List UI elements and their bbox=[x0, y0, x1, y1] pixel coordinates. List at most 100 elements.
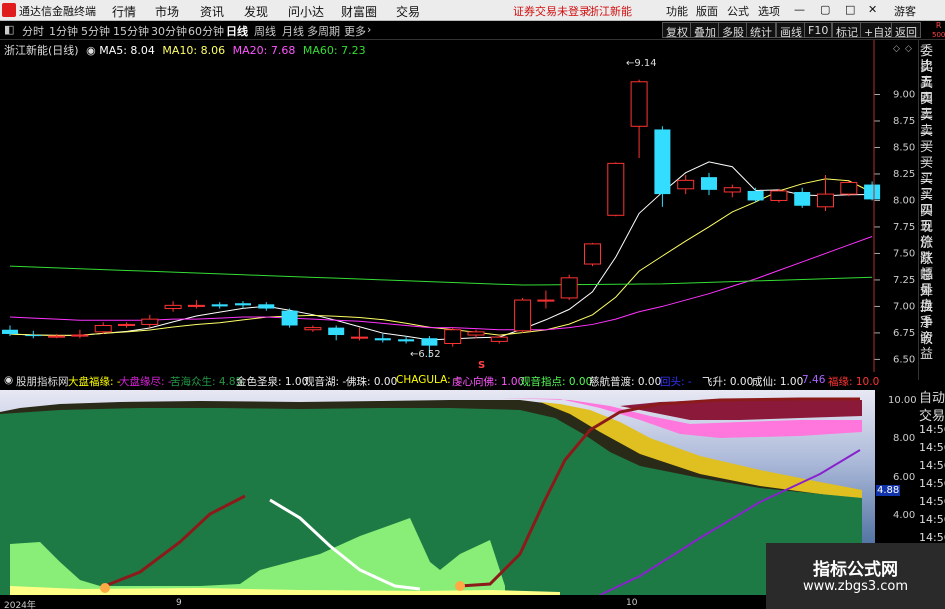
candle-body[interactable] bbox=[630, 81, 648, 127]
btn-stats[interactable]: 统计 bbox=[746, 22, 776, 39]
candle-body[interactable] bbox=[71, 334, 89, 337]
trade-field-2[interactable]: 14:56 bbox=[919, 423, 945, 436]
login-status[interactable]: 证券交易未登录 bbox=[513, 3, 590, 19]
candle-body[interactable] bbox=[654, 129, 671, 195]
btn-back[interactable]: 返回 bbox=[891, 22, 921, 39]
diamond-icon[interactable]: ◇ bbox=[893, 44, 900, 54]
period-5min[interactable]: 5分钟 bbox=[81, 23, 110, 39]
time-month-10: 10 bbox=[626, 598, 638, 608]
candle-body[interactable] bbox=[701, 177, 717, 190]
candle-body[interactable] bbox=[584, 243, 601, 265]
menu-function[interactable]: 功能 bbox=[666, 3, 688, 19]
candle-body[interactable] bbox=[25, 335, 42, 337]
menu-discover[interactable]: 发现 bbox=[244, 3, 268, 20]
candle-body[interactable] bbox=[794, 191, 811, 206]
period-monthly[interactable]: 月线 bbox=[282, 23, 304, 39]
ind-cihang: 慈航普渡: 0.00 bbox=[589, 376, 662, 388]
candle-body[interactable] bbox=[817, 193, 834, 208]
candle-body[interactable] bbox=[421, 338, 438, 346]
candle-body[interactable] bbox=[490, 336, 508, 342]
maximize-icon[interactable]: □ bbox=[845, 3, 855, 16]
indicator-name[interactable]: 股朋指标网 bbox=[16, 374, 69, 389]
stock-alert[interactable]: 浙江新能 bbox=[588, 3, 632, 19]
period-multi[interactable]: 多周期 bbox=[307, 23, 340, 39]
trade-field-1[interactable]: 交易 bbox=[919, 405, 945, 424]
minimize-icon[interactable]: — bbox=[794, 3, 805, 16]
candle-body[interactable] bbox=[514, 299, 532, 332]
watermark-title: 指标公式网 bbox=[813, 560, 898, 580]
candle-body[interactable] bbox=[467, 331, 485, 336]
candle-body[interactable] bbox=[374, 338, 391, 341]
candle-body[interactable] bbox=[328, 327, 345, 336]
period-15min[interactable]: 15分钟 bbox=[113, 23, 149, 39]
period-1min[interactable]: 1分钟 bbox=[49, 23, 78, 39]
trade-field-5[interactable]: 14:56 bbox=[919, 477, 945, 490]
close-icon[interactable]: ✕ bbox=[868, 3, 877, 16]
trade-field-7[interactable]: 14:56 bbox=[919, 513, 945, 526]
candlestick-svg[interactable]: 9.00 8.75 8.50 8.25 8.00 7.75 7.50 7.25 7.00 6.75… bbox=[0, 40, 918, 372]
candle-body[interactable] bbox=[351, 336, 368, 339]
candle-body[interactable] bbox=[141, 318, 159, 325]
quote-field-18[interactable]: 收益 bbox=[920, 332, 945, 362]
candle-body[interactable] bbox=[258, 304, 275, 309]
menu-trade[interactable]: 交易 bbox=[396, 3, 420, 20]
candle-body[interactable] bbox=[187, 304, 205, 307]
btn-draw[interactable]: 画线 bbox=[776, 22, 806, 39]
candle-body[interactable] bbox=[118, 323, 135, 326]
candle-body[interactable] bbox=[864, 184, 881, 200]
chevron-right-icon[interactable]: › bbox=[367, 23, 371, 36]
menu-market[interactable]: 市场 bbox=[155, 3, 179, 20]
menu-options[interactable]: 选项 bbox=[758, 3, 780, 19]
period-60min[interactable]: 60分钟 bbox=[188, 23, 224, 39]
btn-f10[interactable]: F10 bbox=[804, 22, 833, 38]
candle-body[interactable] bbox=[840, 181, 858, 195]
candle-body[interactable] bbox=[770, 190, 788, 201]
collapse-icon[interactable]: ◧ bbox=[4, 23, 14, 36]
period-30min[interactable]: 30分钟 bbox=[151, 23, 187, 39]
menu-wealth-circle[interactable]: 财富圈 bbox=[341, 3, 377, 20]
indicator-eye-icon[interactable]: ◉ bbox=[4, 374, 13, 386]
candle-body[interactable] bbox=[677, 179, 695, 190]
trade-field-4[interactable]: 14:56 bbox=[919, 459, 945, 472]
candle-body[interactable] bbox=[560, 277, 578, 299]
ma5-label: MA5: 8.04 bbox=[99, 44, 155, 57]
candle-body[interactable] bbox=[164, 304, 182, 310]
chart-settings-icon[interactable]: ◇ bbox=[905, 44, 912, 54]
eye-icon[interactable]: ◉ bbox=[86, 44, 96, 57]
menu-formula[interactable]: 公式 bbox=[727, 3, 749, 19]
restore-icon[interactable]: ▢ bbox=[820, 3, 830, 16]
indicator-header: ◉ 股朋指标网 大盘福缘: - 大盘缘尽: - 苦海众生: 4.85 金色圣泉:… bbox=[0, 372, 880, 390]
guest-label[interactable]: 游客 bbox=[894, 3, 916, 19]
menu-news[interactable]: 资讯 bbox=[200, 3, 224, 20]
trade-field-3[interactable]: 14:56 bbox=[919, 441, 945, 454]
menu-layout[interactable]: 版面 bbox=[696, 3, 718, 19]
candle-body[interactable] bbox=[444, 329, 462, 345]
menu-quotes[interactable]: 行情 bbox=[112, 3, 136, 20]
btn-multistock[interactable]: 多股 bbox=[718, 22, 748, 39]
ma10-label: MA10: 8.06 bbox=[162, 44, 226, 57]
candle-body[interactable] bbox=[304, 327, 322, 331]
candle-body[interactable] bbox=[398, 339, 415, 342]
candle-body[interactable] bbox=[747, 190, 764, 201]
corner-r-label: R bbox=[935, 21, 942, 30]
btn-fuquan[interactable]: 复权 bbox=[662, 22, 692, 39]
candle-body[interactable] bbox=[537, 299, 555, 302]
menu-wenxiaoda[interactable]: 问小达 bbox=[288, 3, 324, 20]
trade-field-6[interactable]: 14:56 bbox=[919, 495, 945, 508]
candle-body[interactable] bbox=[723, 187, 741, 193]
period-more[interactable]: 更多 bbox=[344, 23, 366, 39]
candle-body[interactable] bbox=[211, 304, 228, 307]
candle-body[interactable] bbox=[235, 303, 251, 306]
candle-body[interactable] bbox=[607, 162, 625, 216]
candle-body[interactable] bbox=[48, 335, 66, 338]
period-daily[interactable]: 日线 bbox=[226, 23, 248, 39]
candle-body[interactable] bbox=[281, 310, 298, 326]
candle-body[interactable] bbox=[2, 329, 18, 334]
candle-body[interactable] bbox=[94, 324, 112, 333]
period-weekly[interactable]: 周线 bbox=[254, 23, 276, 39]
btn-overlay[interactable]: 叠加 bbox=[690, 22, 720, 39]
trade-field-0[interactable]: 自动 bbox=[919, 387, 945, 406]
period-timeshare[interactable]: 分时 bbox=[22, 23, 44, 39]
btn-mark[interactable]: 标记 bbox=[832, 22, 862, 39]
candlestick-chart[interactable]: 9.00 8.75 8.50 8.25 8.00 7.75 7.50 7.25 7.00 6.75… bbox=[0, 40, 918, 372]
